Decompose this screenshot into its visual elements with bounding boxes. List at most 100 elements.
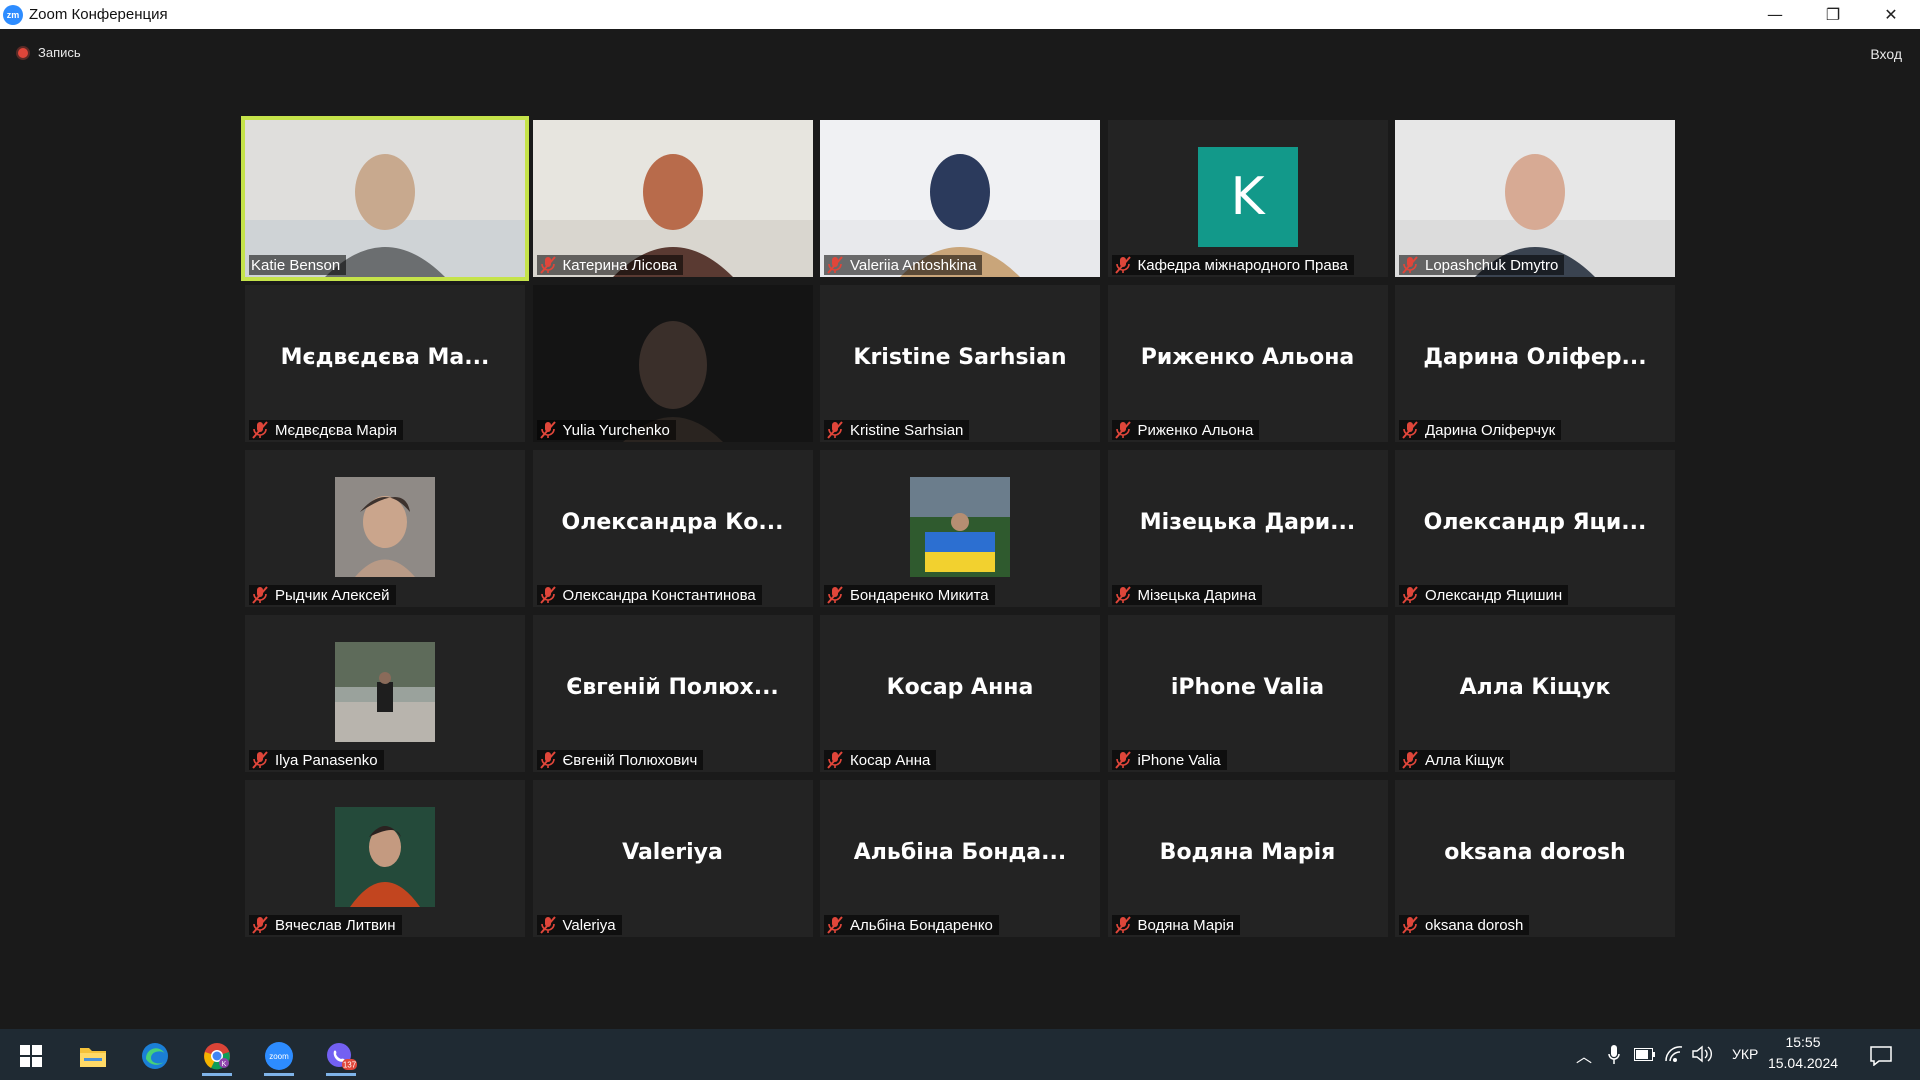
participant-display-name: Олександр Яци... xyxy=(1423,510,1647,535)
window-controls: — ❐ ✕ xyxy=(1746,0,1920,29)
microphone-muted-icon xyxy=(1401,916,1419,934)
microphone-muted-icon xyxy=(1401,751,1419,769)
file-explorer-icon[interactable] xyxy=(72,1036,114,1076)
participant-tile[interactable]: iPhone Valia iPhone Valia xyxy=(1107,615,1388,772)
participant-name-label: Kristine Sarhsian xyxy=(824,420,970,440)
participant-name: oksana dorosh xyxy=(1425,916,1524,934)
participant-name-label: Олександра Константинова xyxy=(536,585,762,605)
microphone-muted-icon xyxy=(1114,256,1132,274)
microphone-muted-icon xyxy=(251,916,269,934)
participant-name-label: Бондаренко Микита xyxy=(824,585,995,605)
participant-name: Олександр Яцишин xyxy=(1425,586,1563,604)
participant-tile[interactable]: Водяна Марія Водяна Марія xyxy=(1107,780,1388,937)
participant-name-label: Yulia Yurchenko xyxy=(536,420,676,440)
window-title-bar: zm Zoom Конференция — ❐ ✕ xyxy=(0,0,1920,29)
participant-name-label: Lopashchuk Dmytro xyxy=(1399,255,1565,275)
minimize-button[interactable]: — xyxy=(1746,0,1804,29)
microphone-muted-icon xyxy=(1114,586,1132,604)
microphone-muted-icon xyxy=(251,751,269,769)
clock[interactable]: 15:55 15.04.2024 xyxy=(1758,1032,1848,1074)
chevron-up-icon[interactable]: ︿ xyxy=(1576,1043,1592,1067)
wifi-icon[interactable] xyxy=(1664,1045,1684,1063)
participant-tile[interactable]: Мєдвєдєва Ма... Мєдвєдєва Марія xyxy=(245,285,525,442)
participant-tile[interactable]: Ilya Panasenko xyxy=(245,615,525,772)
participant-name-label: Katie Benson xyxy=(249,255,347,275)
zoom-app-icon[interactable]: zoom xyxy=(258,1036,300,1076)
participant-name: Риженко Альона xyxy=(1137,421,1254,439)
participant-name-label: Мєдвєдєва Марія xyxy=(249,420,404,440)
participant-name-label: Катерина Лісова xyxy=(536,255,684,275)
participant-name-label: Євгеній Полюхович xyxy=(536,750,704,770)
microphone-muted-icon xyxy=(539,586,557,604)
participant-name-label: oksana dorosh xyxy=(1399,915,1530,935)
participant-tile[interactable]: Valeriya Valeriya xyxy=(532,780,813,937)
participant-tile[interactable]: Косар Анна Косар Анна xyxy=(820,615,1100,772)
participant-tile[interactable]: Альбіна Бонда... Альбіна Бондаренко xyxy=(820,780,1100,937)
volume-icon[interactable] xyxy=(1692,1045,1714,1063)
window-title: Zoom Конференция xyxy=(29,6,168,23)
participant-name-label: Олександр Яцишин xyxy=(1399,585,1569,605)
participant-display-name: Дарина Оліфер... xyxy=(1423,345,1647,370)
microphone-icon[interactable] xyxy=(1608,1045,1620,1065)
participant-name-label: Кафедра міжнародного Права xyxy=(1111,255,1354,275)
participant-tile[interactable]: Valeriia Antoshkina xyxy=(820,120,1100,277)
participant-name-label: Вячеслав Литвин xyxy=(249,915,402,935)
participant-name: Євгеній Полюхович xyxy=(562,751,698,769)
close-button[interactable]: ✕ xyxy=(1862,0,1920,29)
language-indicator[interactable]: УКР xyxy=(1732,1046,1758,1062)
chrome-browser-icon[interactable]: K xyxy=(196,1036,238,1076)
participant-name-label: Косар Анна xyxy=(824,750,937,770)
battery-icon[interactable] xyxy=(1634,1048,1656,1061)
participant-tile[interactable]: Олександра Ко... Олександра Константинова xyxy=(532,450,813,607)
participant-display-name: iPhone Valia xyxy=(1170,675,1325,700)
meeting-area: Запись Вход Katie Benson Катерина Лісова… xyxy=(0,29,1920,1029)
participant-tile[interactable]: Yulia Yurchenko xyxy=(532,285,813,442)
participant-display-name: Водяна Марія xyxy=(1159,840,1336,865)
participant-name: Мєдвєдєва Марія xyxy=(275,421,398,439)
microphone-muted-icon xyxy=(826,256,844,274)
notification-center-icon[interactable] xyxy=(1860,1036,1902,1076)
participant-name: Бондаренко Микита xyxy=(850,586,989,604)
viber-app-icon[interactable]: 137 xyxy=(320,1036,362,1076)
svg-text:137: 137 xyxy=(343,1061,357,1070)
participant-name: Вячеслав Литвин xyxy=(275,916,396,934)
participant-tile[interactable]: Алла Кіщук Алла Кіщук xyxy=(1395,615,1675,772)
sign-in-button[interactable]: Вход xyxy=(1870,46,1902,62)
participant-tile[interactable]: Євгеній Полюх... Євгеній Полюхович xyxy=(532,615,813,772)
recording-label: Запись xyxy=(38,45,81,60)
microphone-muted-icon xyxy=(1114,916,1132,934)
zoom-logo-icon: zm xyxy=(3,4,23,25)
microphone-muted-icon xyxy=(539,256,557,274)
participant-tile[interactable]: Kristine Sarhsian Kristine Sarhsian xyxy=(820,285,1100,442)
participant-name-label: Риженко Альона xyxy=(1111,420,1260,440)
active-app-indicator xyxy=(202,1073,232,1076)
participant-name-label: iPhone Valia xyxy=(1111,750,1227,770)
participant-tile[interactable]: Бондаренко Микита xyxy=(820,450,1100,607)
microphone-muted-icon xyxy=(1401,586,1419,604)
participant-tile[interactable]: Katie Benson xyxy=(241,116,529,281)
participant-tile[interactable]: K Кафедра міжнародного Права xyxy=(1107,120,1388,277)
windows-start-icon[interactable] xyxy=(10,1036,52,1076)
edge-browser-icon[interactable] xyxy=(134,1036,176,1076)
participant-name-label: Алла Кіщук xyxy=(1399,750,1510,770)
participant-tile[interactable]: Вячеслав Литвин xyxy=(245,780,525,937)
participant-tile[interactable]: Катерина Лісова xyxy=(532,120,813,277)
participant-tile[interactable]: Олександр Яци... Олександр Яцишин xyxy=(1395,450,1675,607)
participant-name-label: Мізецька Дарина xyxy=(1111,585,1263,605)
microphone-muted-icon xyxy=(826,421,844,439)
participant-tile[interactable]: Риженко Альона Риженко Альона xyxy=(1107,285,1388,442)
clock-time: 15:55 xyxy=(1785,1034,1821,1050)
participant-name: Мізецька Дарина xyxy=(1137,586,1257,604)
participant-tile[interactable]: Lopashchuk Dmytro xyxy=(1395,120,1675,277)
participant-tile[interactable]: Дарина Оліфер... Дарина Оліферчук xyxy=(1395,285,1675,442)
participant-name-label: Рыдчик Алексей xyxy=(249,585,396,605)
participant-video xyxy=(532,285,813,442)
participant-tile[interactable]: oksana dorosh oksana dorosh xyxy=(1395,780,1675,937)
participant-video xyxy=(532,120,813,277)
participant-tile[interactable]: Мізецька Дари... Мізецька Дарина xyxy=(1107,450,1388,607)
active-app-indicator xyxy=(326,1073,356,1076)
restore-button[interactable]: ❐ xyxy=(1804,0,1862,29)
recording-indicator[interactable]: Запись xyxy=(16,45,81,60)
participant-display-name: Мізецька Дари... xyxy=(1139,510,1356,535)
participant-tile[interactable]: Рыдчик Алексей xyxy=(245,450,525,607)
